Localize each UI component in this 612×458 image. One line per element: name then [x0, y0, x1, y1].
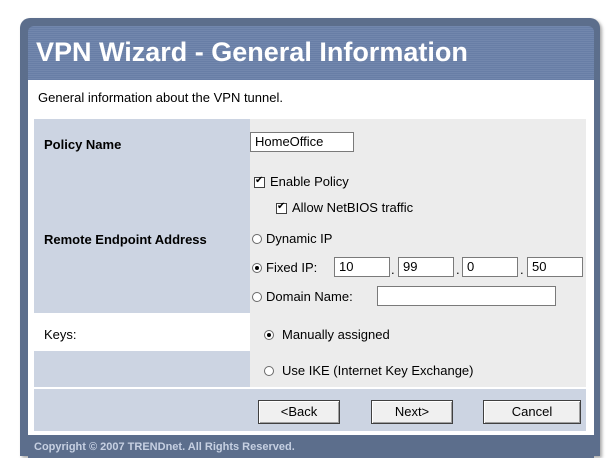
next-button[interactable]: Next> — [371, 400, 453, 424]
ip-octet-2-input[interactable]: 99 — [398, 257, 454, 277]
use-ike-radio[interactable] — [264, 366, 274, 376]
ip-octet-3-input[interactable]: 0 — [462, 257, 518, 277]
ip-separator: . — [456, 262, 460, 277]
domain-name-radio[interactable] — [252, 292, 262, 302]
dynamic-ip-radio[interactable] — [252, 234, 262, 244]
fixed-ip-radio[interactable] — [252, 263, 262, 273]
label-column-lower — [34, 351, 250, 387]
domain-name-label: Domain Name: — [266, 289, 353, 304]
copyright-text: Copyright © 2007 TRENDnet. All Rights Re… — [34, 441, 295, 453]
allow-netbios-label: Allow NetBIOS traffic — [292, 200, 414, 215]
policy-name-label: Policy Name — [44, 137, 122, 152]
enable-policy-checkbox[interactable] — [254, 175, 265, 188]
policy-name-input[interactable]: HomeOffice — [250, 132, 354, 152]
remote-endpoint-label: Remote Endpoint Address — [44, 232, 207, 247]
manually-assigned-radio[interactable] — [264, 330, 274, 340]
allow-netbios-checkbox[interactable] — [276, 201, 287, 214]
keys-label: Keys: — [44, 327, 77, 342]
manually-assigned-label: Manually assigned — [282, 327, 390, 342]
ip-octet-4-input[interactable]: 50 — [527, 257, 583, 277]
ip-octet-1-input[interactable]: 10 — [334, 257, 390, 277]
use-ike-label: Use IKE (Internet Key Exchange) — [282, 363, 474, 378]
fixed-ip-label: Fixed IP: — [266, 260, 318, 275]
enable-policy-label: Enable Policy — [270, 174, 349, 189]
ip-separator: . — [391, 262, 395, 277]
domain-name-input[interactable] — [377, 286, 556, 306]
page-title: VPN Wizard - General Information — [36, 37, 468, 67]
cancel-button[interactable]: Cancel — [483, 400, 581, 424]
dynamic-ip-label: Dynamic IP — [266, 231, 333, 246]
ip-separator: . — [520, 262, 524, 277]
back-button[interactable]: <Back — [258, 400, 340, 424]
intro-text: General information about the VPN tunnel… — [38, 90, 283, 105]
